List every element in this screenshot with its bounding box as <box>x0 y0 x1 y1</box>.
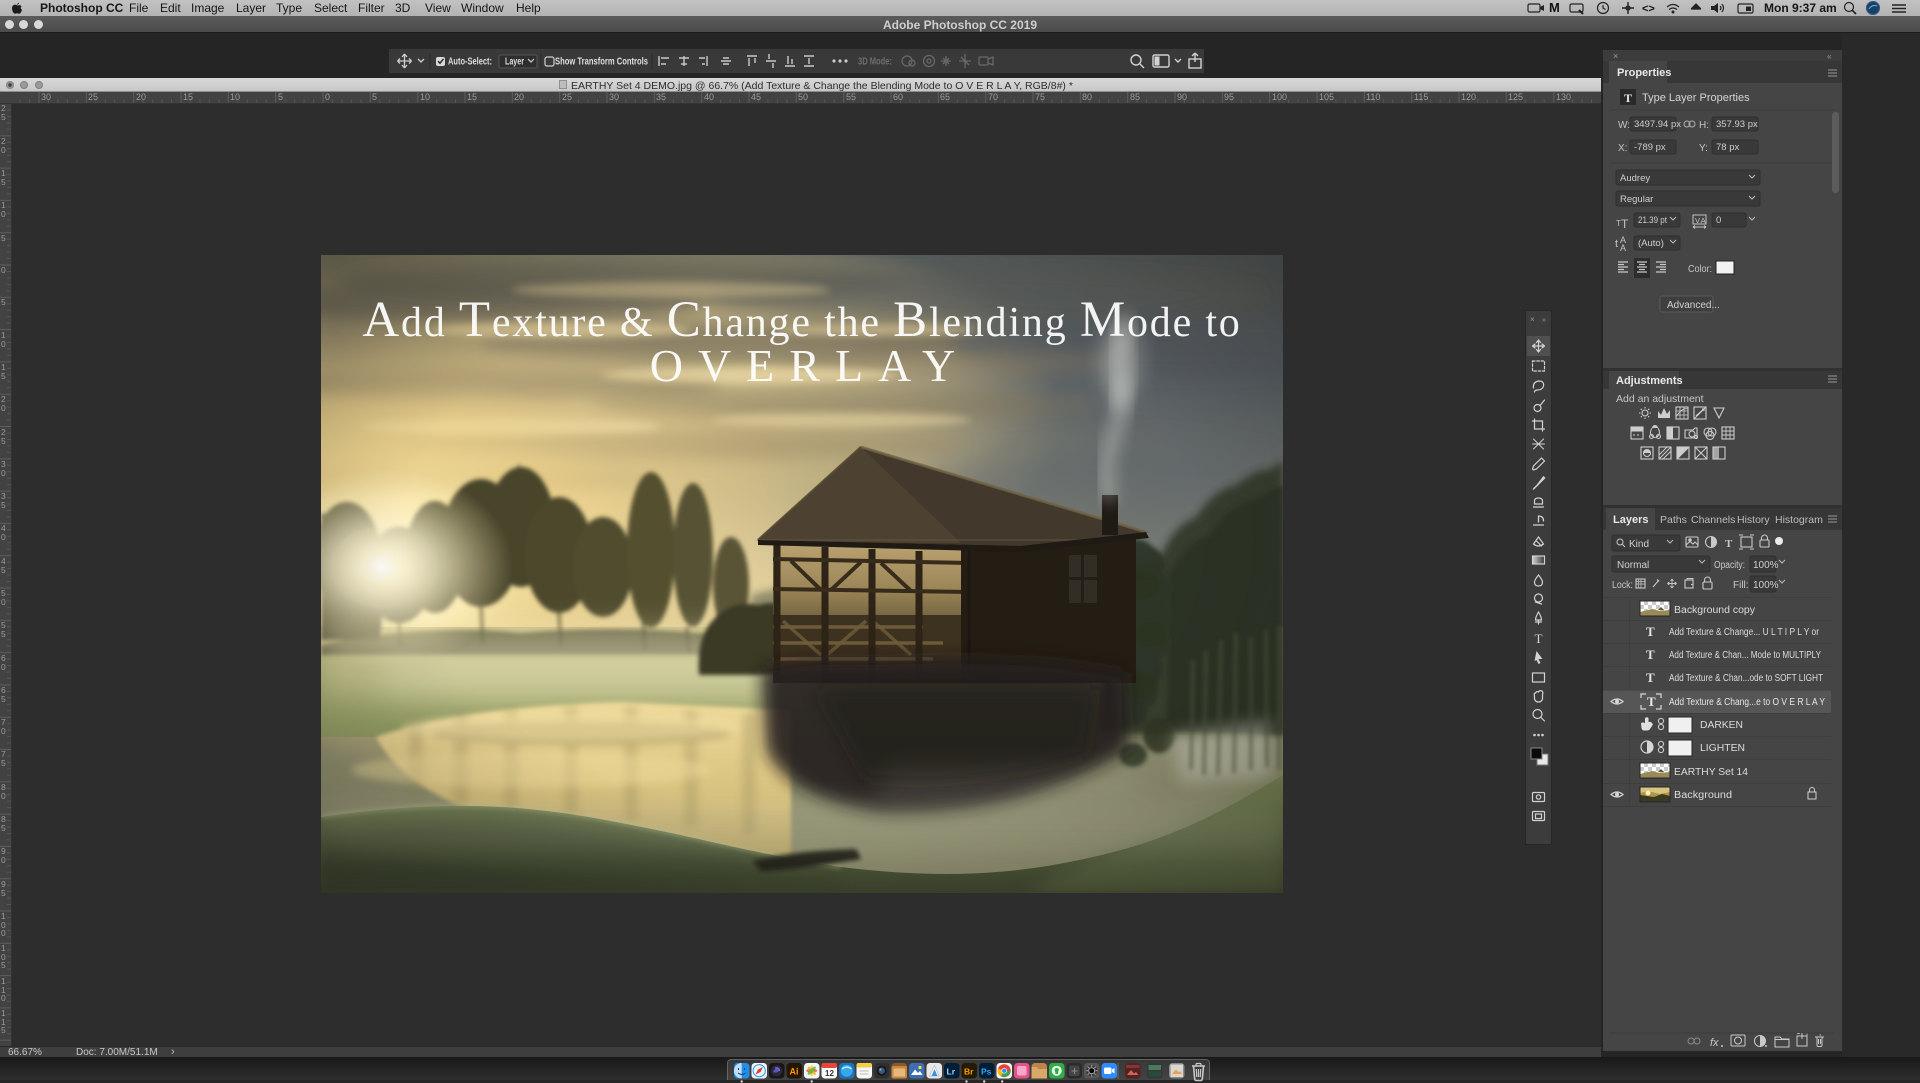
svg-text:Add Texture & Change... U L T: Add Texture & Change... U L T I P L Y or <box>1669 627 1820 638</box>
svg-text:Lock:: Lock: <box>1612 580 1633 591</box>
svg-text:DARKEN: DARKEN <box>1700 720 1743 731</box>
svg-text:T: T <box>1646 670 1655 685</box>
svg-text:Opacity:: Opacity: <box>1714 560 1745 571</box>
svg-text:T: T <box>1646 624 1655 639</box>
svg-text:EARTHY Set 14: EARTHY Set 14 <box>1674 767 1748 778</box>
svg-text:Add Texture & Chan...ode to SO: Add Texture & Chan...ode to SOFT LIGHT <box>1669 673 1823 684</box>
svg-text:Add Texture & Chang...e to O V: Add Texture & Chang...e to O V E R L A Y <box>1669 697 1825 708</box>
svg-text:T: T <box>1725 538 1733 550</box>
svg-text:Lr: Lr <box>947 1067 956 1077</box>
svg-text:3D Mode:: 3D Mode: <box>858 57 892 68</box>
svg-text:100%: 100% <box>1753 580 1779 591</box>
svg-text:Background: Background <box>1674 790 1732 801</box>
svg-text:fx: fx <box>1710 1037 1719 1049</box>
svg-text:Layer: Layer <box>505 57 524 68</box>
svg-text:Ai: Ai <box>790 1067 799 1077</box>
svg-text:M: M <box>1549 1 1560 15</box>
svg-text:12: 12 <box>825 1069 834 1078</box>
svg-text:»: » <box>1542 317 1546 324</box>
svg-text:Show Transform Controls: Show Transform Controls <box>555 57 648 68</box>
svg-text:T: T <box>1646 647 1655 662</box>
svg-text:Fill:: Fill: <box>1733 580 1749 591</box>
svg-text:Auto-Select:: Auto-Select: <box>448 57 492 68</box>
svg-text:<>: <> <box>1642 3 1655 15</box>
svg-text:Ps: Ps <box>981 1067 992 1077</box>
svg-text:×: × <box>1530 315 1535 324</box>
svg-text:Background copy: Background copy <box>1674 605 1755 616</box>
svg-text:T: T <box>1535 631 1543 646</box>
svg-text:Kind: Kind <box>1629 539 1649 550</box>
svg-text:LIGHTEN: LIGHTEN <box>1700 743 1745 754</box>
svg-text:Br: Br <box>964 1067 974 1077</box>
svg-text:Normal: Normal <box>1617 560 1649 571</box>
svg-text:100%: 100% <box>1753 560 1779 571</box>
svg-text:T: T <box>1647 694 1656 709</box>
svg-text:Add Texture & Chan... Mode to: Add Texture & Chan... Mode to MULTIPLY <box>1669 650 1821 661</box>
